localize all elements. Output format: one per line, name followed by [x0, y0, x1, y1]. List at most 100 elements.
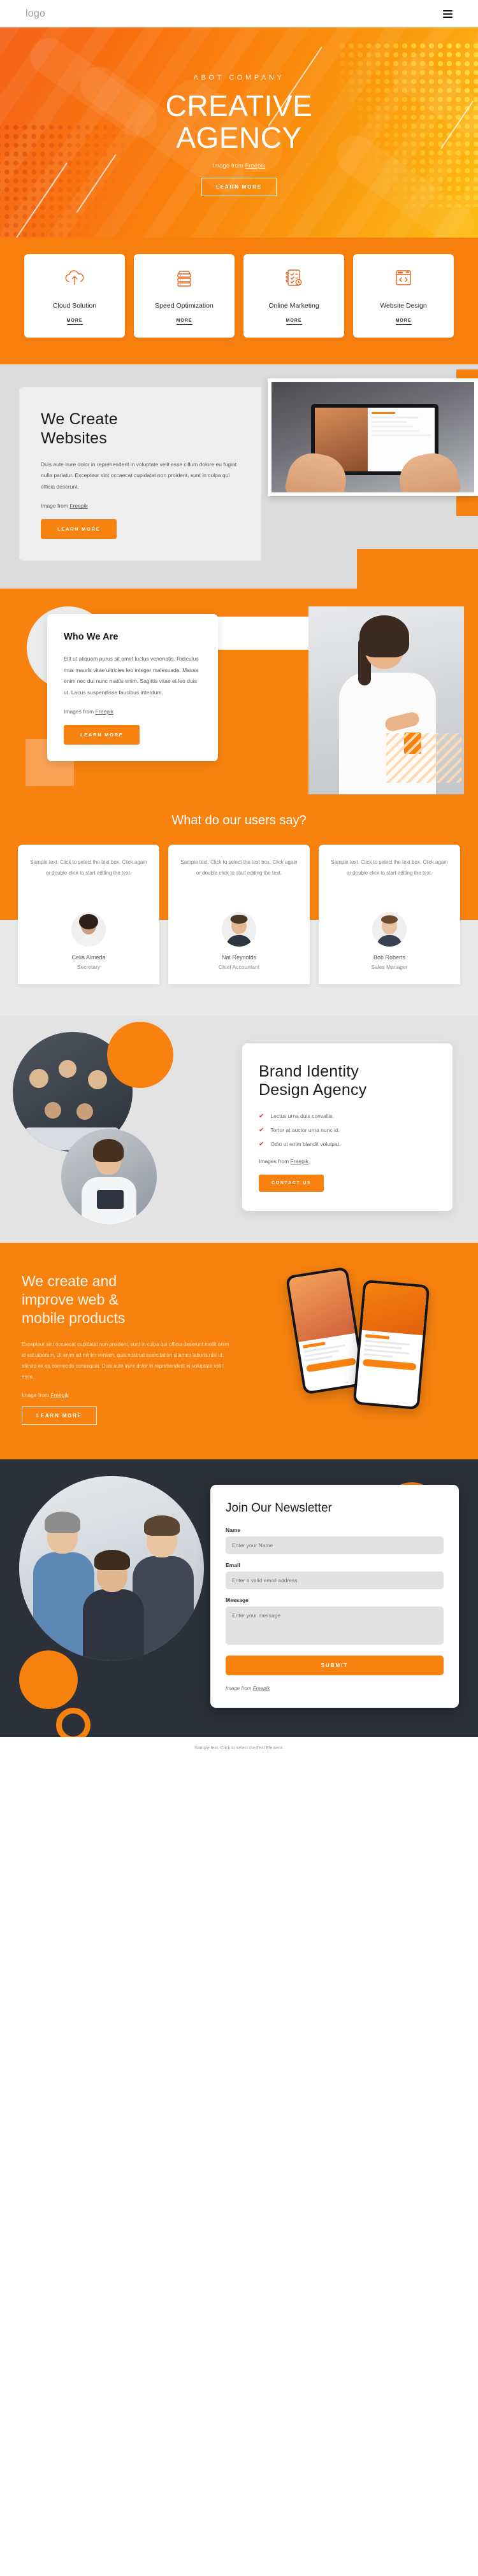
mobile-title-line-1: We create and [22, 1272, 117, 1289]
websites-image-credit: Image from Freepik [41, 503, 240, 509]
testimonial-role: Secretary [76, 963, 101, 970]
decor-orange-block [357, 549, 478, 589]
freepik-link[interactable]: Freepik [291, 1158, 308, 1164]
checklist-clock-icon [284, 268, 303, 290]
testimonial-card[interactable]: Sample text. Click to select the text bo… [18, 844, 159, 984]
freepik-link[interactable]: Freepik [245, 162, 265, 169]
logo[interactable]: logo [25, 8, 45, 20]
we-create-websites-section: We Create Websites Duis aute irure dolor… [0, 364, 478, 589]
testimonial-card[interactable]: Sample text. Click to select the text bo… [319, 844, 460, 984]
freepik-link[interactable]: Freepik [69, 503, 87, 509]
phone-screen-image [361, 1282, 428, 1336]
whowe-learn-more-button[interactable]: LEARN MORE [64, 724, 140, 745]
freepik-link[interactable]: Freepik [50, 1392, 68, 1398]
cloud-upload-icon [64, 268, 85, 290]
hero-eyebrow: ABOT COMPANY [193, 74, 285, 82]
brand-check-list: ✔ Lectus urna duis convallis. ✔ Tortor a… [259, 1113, 436, 1148]
websites-title-line-2: Websites [41, 429, 107, 447]
hero-title-line-1: CREATIVE [165, 89, 313, 123]
newsletter-image-credit: Image from Freepik [226, 1685, 444, 1691]
service-card-website-design[interactable]: Website Design MORE [353, 254, 454, 338]
testimonial-name: Bob Roberts [373, 954, 406, 961]
service-title: Speed Optimization [155, 302, 214, 310]
service-card-speed-optimization[interactable]: Speed Optimization MORE [134, 254, 235, 338]
check-icon: ✔ [259, 1112, 264, 1120]
service-more-link[interactable]: MORE [66, 318, 83, 325]
freepik-link[interactable]: Freepik [96, 708, 113, 715]
avatar [71, 912, 106, 947]
server-stack-icon [175, 268, 194, 290]
brand-contact-us-button[interactable]: CONTACT US [259, 1174, 324, 1192]
phone-cta [362, 1359, 417, 1371]
service-more-link[interactable]: MORE [286, 318, 302, 325]
submit-button[interactable]: SUBMIT [226, 1655, 444, 1675]
websites-body: Duis aute irure dolor in reprehenderit i… [41, 461, 237, 490]
check-list-item: ✔ Tortor at auctor urna nunc id. [259, 1127, 436, 1134]
brand-title: Brand Identity Design Agency [259, 1063, 436, 1100]
hero-learn-more-button[interactable]: LEARN MORE [201, 177, 277, 196]
hero-title-line-2: AGENCY [176, 120, 302, 154]
testimonial-card[interactable]: Sample text. Click to select the text bo… [168, 844, 310, 984]
services-section: Cloud Solution MORE Speed Optimization M… [0, 238, 478, 364]
brand-title-line-2: Design Agency [259, 1081, 367, 1099]
credit-prefix: Images from [259, 1157, 291, 1164]
credit-prefix: Image from [41, 503, 70, 510]
service-title: Website Design [380, 302, 427, 310]
testimonial-text: Sample text. Click to select the text bo… [331, 859, 448, 876]
whowe-image-credit: Images from Freepik [64, 708, 201, 715]
woman-photo-circle [61, 1128, 157, 1224]
service-title: Cloud Solution [52, 302, 97, 310]
site-header: logo [0, 0, 478, 27]
who-we-are-section: Who We Are Elit ut aliquam purus sit ame… [0, 589, 478, 794]
service-card-online-marketing[interactable]: Online Marketing MORE [243, 254, 344, 338]
service-more-link[interactable]: MORE [176, 318, 192, 325]
whowe-body: Elit ut aliquam purus sit amet luctus ve… [64, 655, 199, 696]
websites-text-card: We Create Websites Duis aute irure dolor… [19, 387, 261, 561]
credit-prefix: Images from [64, 708, 96, 715]
websites-photo [268, 378, 478, 496]
code-window-icon [394, 268, 413, 290]
testimonial-name: Celia Almeda [71, 954, 106, 961]
service-card-cloud-solution[interactable]: Cloud Solution MORE [24, 254, 125, 338]
phone-screen [288, 1270, 363, 1392]
message-field[interactable] [226, 1606, 444, 1645]
team-photo [19, 1475, 204, 1661]
newsletter-section: Join Our Newsletter Name Email Message S… [0, 1459, 478, 1737]
testimonials-section: What do our users say? Sample text. Clic… [0, 794, 478, 1015]
freepik-link[interactable]: Freepik [253, 1685, 270, 1691]
decor-diagonal-hatch [386, 733, 461, 783]
testimonial-role: Sales Manager [371, 963, 408, 970]
hero-halftone-left [0, 123, 153, 238]
mobile-products-section: We create and improve web & mobile produ… [0, 1242, 478, 1459]
newsletter-form-card: Join Our Newsletter Name Email Message S… [210, 1484, 459, 1708]
name-field[interactable] [226, 1536, 444, 1554]
person-hair [359, 615, 409, 658]
email-field[interactable] [226, 1571, 444, 1589]
check-text: Lectus urna duis convallis. [270, 1112, 335, 1119]
hero-section: ABOT COMPANY CREATIVE AGENCY Image from … [0, 27, 478, 238]
message-label: Message [226, 1596, 249, 1603]
newsletter-title: Join Our Newsletter [226, 1501, 332, 1515]
service-title: Online Marketing [268, 302, 319, 310]
mobile-body: Excepteur sint occaecat cupidatat non pr… [22, 1341, 229, 1380]
hero-content: ABOT COMPANY CREATIVE AGENCY Image from … [166, 69, 313, 196]
phone-screen-content [358, 1330, 423, 1375]
decor-orange-circle [107, 1021, 173, 1088]
mobile-learn-more-button[interactable]: LEARN MORE [22, 1406, 97, 1425]
phone-screen-image [288, 1270, 356, 1342]
check-icon: ✔ [259, 1140, 264, 1148]
websites-title: We Create Websites [41, 410, 240, 448]
brand-image-credit: Images from Freepik [259, 1158, 436, 1164]
phone-right [352, 1279, 430, 1410]
brand-title-line-1: Brand Identity [259, 1062, 359, 1080]
hamburger-icon[interactable] [443, 10, 453, 18]
brand-text-card: Brand Identity Design Agency ✔ Lectus ur… [242, 1043, 453, 1211]
landing-page: logo ABOT COMPANY CREATIVE AGENCY Image … [0, 0, 478, 1761]
phone-screen [355, 1282, 428, 1407]
phone-left [285, 1266, 366, 1395]
websites-learn-more-button[interactable]: LEARN MORE [41, 519, 117, 540]
hero-image-credit: Image from Freepik [166, 162, 313, 169]
mobile-title-line-2: improve web & [22, 1291, 119, 1308]
testimonials-heading: What do our users say? [171, 813, 307, 827]
service-more-link[interactable]: MORE [395, 318, 412, 325]
